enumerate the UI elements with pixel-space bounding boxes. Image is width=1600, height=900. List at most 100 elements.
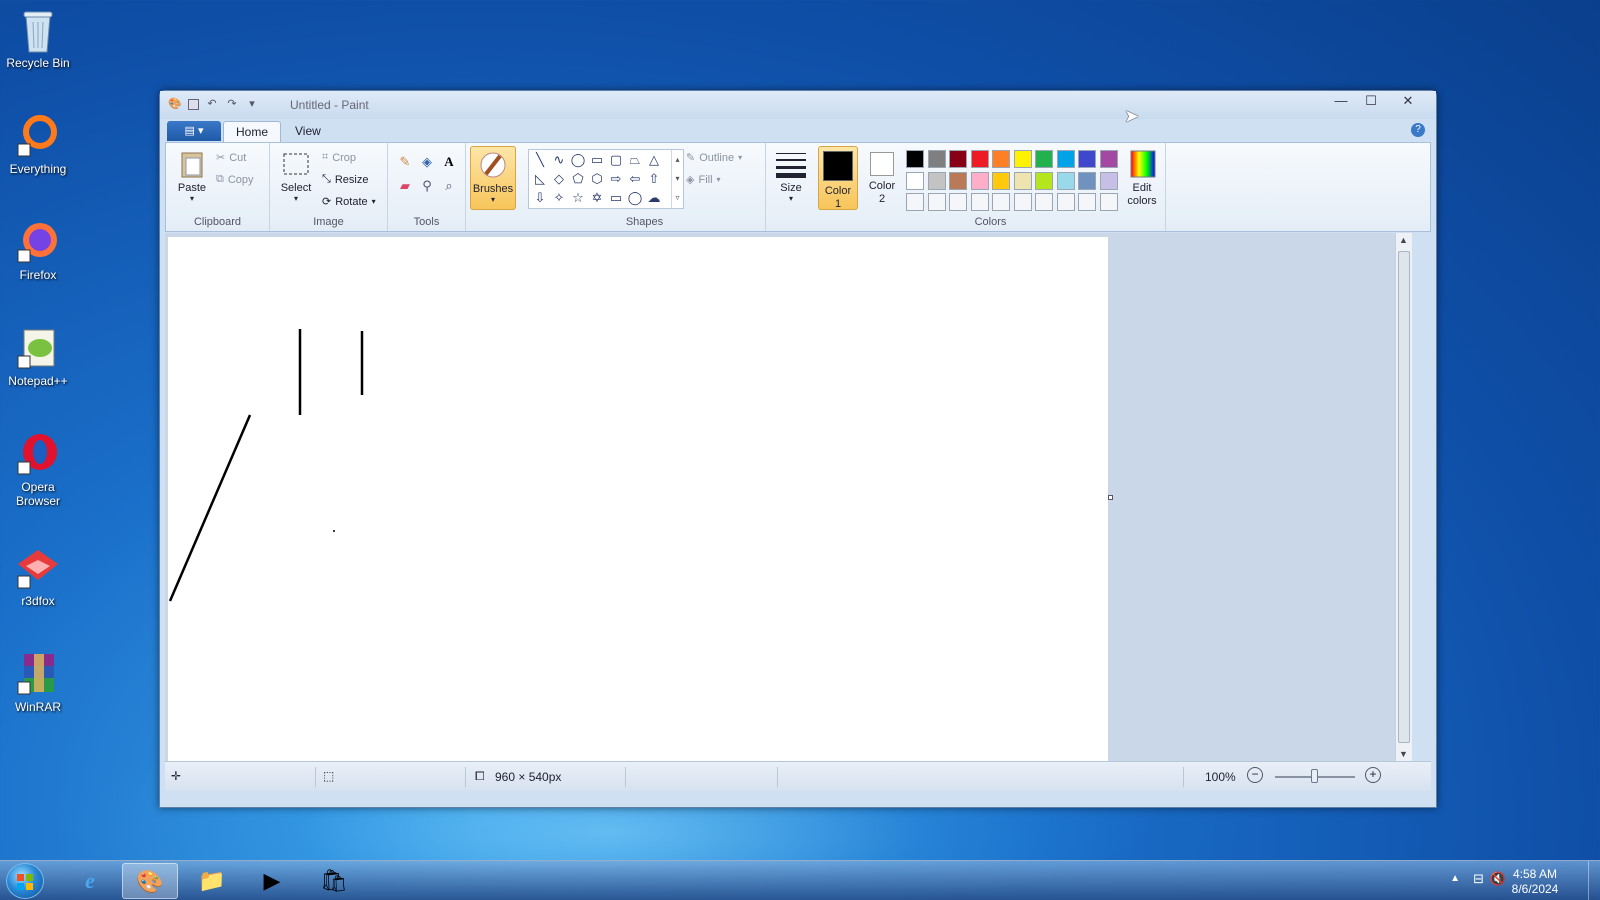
scroll-thumb[interactable] [1398,251,1410,743]
desktop-icon-r3dfox[interactable]: r3dfox [2,546,74,608]
palette-swatch[interactable] [1035,171,1053,190]
palette-swatch[interactable] [1078,171,1096,190]
six-point-star-shape-icon[interactable]: ✡ [588,189,606,207]
crop-button[interactable]: ⌗ Crop [322,151,356,164]
palette-swatch[interactable] [970,171,989,190]
customize-qat-icon[interactable]: ▾ [245,97,259,111]
pentagon-shape-icon[interactable]: ⬠ [569,170,587,188]
palette-swatch[interactable] [1056,150,1075,168]
tab-home[interactable]: Home [223,121,282,143]
palette-swatch[interactable] [1056,193,1075,211]
palette-swatch[interactable] [927,171,946,190]
pencil-icon[interactable]: ✎ [396,153,414,171]
redo-icon[interactable]: ↷ [225,97,239,111]
desktop-icon-winrar[interactable]: WinRAR [2,652,74,714]
desktop-icon-everything[interactable]: Everything [2,114,74,176]
select-dropdown-icon[interactable]: ▾ [276,194,316,203]
save-icon[interactable] [188,98,199,110]
palette-swatch[interactable] [970,150,989,168]
palette-swatch[interactable] [1099,171,1118,190]
start-button[interactable] [6,863,44,899]
diamond-shape-icon[interactable]: ◇ [550,170,568,188]
select-button[interactable]: Select ▾ [276,149,316,203]
taskbar-file-explorer[interactable]: 📁 [184,863,240,899]
copy-button[interactable]: ⧉ Copy [216,173,254,186]
palette-swatch[interactable] [1099,150,1118,168]
taskbar-media-player[interactable]: ▶ [244,863,300,899]
palette-swatch[interactable] [1013,193,1032,211]
palette-swatch[interactable] [1056,171,1075,190]
paste-button[interactable]: Paste ▾ [172,149,212,203]
rounded-rectangle-shape-icon[interactable]: ▢ [607,151,625,169]
palette-swatch[interactable] [906,171,924,190]
outline-button[interactable]: ✎ Outline ▾ [686,151,742,165]
drawing-canvas[interactable] [168,237,1108,761]
desktop-icon-recycle-bin[interactable]: Recycle Bin [2,8,74,70]
resize-button[interactable]: ⤡ Resize [322,173,368,186]
canvas-resize-handle[interactable] [1108,495,1113,500]
palette-swatch[interactable] [992,171,1010,190]
color1-button[interactable]: Color 1 [818,146,858,210]
palette-swatch[interactable] [949,171,967,190]
hexagon-shape-icon[interactable]: ⬡ [588,170,606,188]
rectangle-shape-icon[interactable]: ▭ [588,151,606,169]
palette-swatch[interactable] [1078,150,1096,168]
scroll-down-icon[interactable]: ▼ [1399,749,1408,759]
help-icon[interactable]: ? [1411,123,1425,137]
curve-shape-icon[interactable]: ∿ [550,151,568,169]
maximize-button[interactable]: ☐ [1358,93,1384,111]
palette-swatch[interactable] [1013,171,1032,190]
paste-dropdown-icon[interactable]: ▾ [172,194,212,203]
system-clock[interactable]: 4:58 AM 8/6/2024 [1500,867,1570,897]
zoom-out-button[interactable]: − [1247,767,1263,783]
five-point-star-shape-icon[interactable]: ☆ [569,189,587,207]
taskbar-paint[interactable]: 🎨 [122,863,178,899]
size-button[interactable]: Size ▾ [772,149,810,203]
palette-swatch[interactable] [1078,193,1096,211]
magnifier-icon[interactable]: ⌕ [440,177,458,195]
network-icon[interactable]: ⊟ [1473,871,1484,887]
desktop-icon-opera[interactable]: Opera Browser [2,432,74,508]
down-arrow-shape-icon[interactable]: ⇩ [531,189,549,207]
shapes-scroll[interactable]: ▴ ▾ ▿ [671,150,683,208]
title-bar[interactable]: 🎨 ↶ ↷ ▾ Untitled - Paint — ☐ ✕ [160,91,1436,119]
palette-swatch[interactable] [992,150,1010,168]
line-shape-icon[interactable]: ╲ [531,151,549,169]
text-tool-icon[interactable]: A [440,153,458,171]
rotate-button[interactable]: ⟳ Rotate ▾ [322,195,376,209]
minimize-button[interactable]: — [1328,93,1354,111]
polygon-shape-icon[interactable]: ⏢ [626,151,644,169]
desktop-icon-firefox[interactable]: Firefox [2,220,74,282]
vertical-scrollbar[interactable]: ▲ ▼ [1395,233,1412,761]
tray-expand-icon[interactable]: ▲ [1450,873,1460,884]
scroll-up-icon[interactable]: ▲ [1399,235,1408,245]
file-menu-button[interactable]: ▤ ▾ [167,121,221,141]
palette-swatch[interactable] [1099,193,1118,211]
palette-swatch[interactable] [992,193,1010,211]
color2-button[interactable]: Color 2 [862,146,902,210]
taskbar-store[interactable]: 🛍 [306,863,362,899]
right-triangle-shape-icon[interactable]: ◺ [531,170,549,188]
paint-app-icon[interactable]: 🎨 [168,97,182,111]
cloud-callout-shape-icon[interactable]: ☁ [645,189,663,207]
fill-button[interactable]: ◈ Fill ▾ [686,173,721,187]
undo-icon[interactable]: ↶ [205,97,219,111]
up-arrow-shape-icon[interactable]: ⇧ [645,170,663,188]
palette-swatch[interactable] [1013,150,1032,168]
palette-swatch[interactable] [927,193,946,211]
desktop-icon-notepad-plus-plus[interactable]: Notepad++ [2,326,74,388]
oval-shape-icon[interactable]: ◯ [569,151,587,169]
fill-bucket-icon[interactable]: ◈ [418,153,436,171]
color-picker-icon[interactable]: ⚲ [418,177,436,195]
taskbar-internet-explorer[interactable]: e [62,863,118,899]
palette-swatch[interactable] [970,193,989,211]
palette-swatch[interactable] [927,150,946,168]
four-point-star-shape-icon[interactable]: ✧ [550,189,568,207]
close-button[interactable]: ✕ [1388,93,1428,111]
brushes-button[interactable]: Brushes ▾ [470,146,516,210]
left-arrow-shape-icon[interactable]: ⇦ [626,170,644,188]
tab-view[interactable]: View [283,121,333,143]
palette-swatch[interactable] [1035,193,1053,211]
palette-swatch[interactable] [906,193,924,211]
palette-swatch[interactable] [949,150,967,168]
